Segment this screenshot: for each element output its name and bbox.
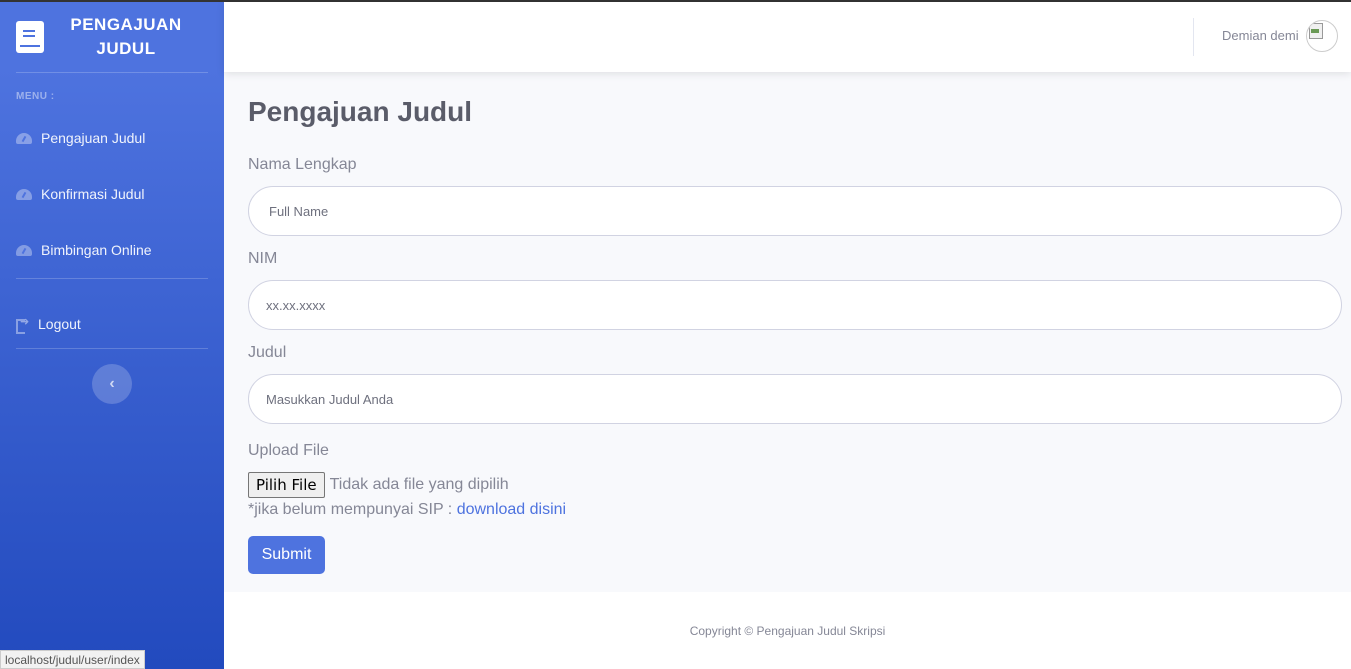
upload-label: Upload File (248, 442, 329, 459)
sidebar-item-label: Konfirmasi Judul (41, 186, 145, 202)
sidebar-item-pengajuan-judul[interactable]: Pengajuan Judul (0, 110, 224, 166)
book-icon (16, 21, 44, 53)
sidebar-item-logout[interactable]: Logout (0, 279, 224, 369)
file-upload: Pilih File Tidak ada file yang dipilih (248, 472, 1342, 498)
full-name-placeholder: Full Name (269, 203, 329, 219)
copyright-text: Copyright © Pengajuan Judul Skripsi (689, 623, 886, 638)
sidebar-item-label: Bimbingan Online (41, 242, 152, 258)
nim-label: NIM (248, 250, 278, 267)
topbar: Demian demi (224, 2, 1351, 72)
brand-title: PENGAJUAN JUDUL (70, 15, 182, 58)
footer: Copyright © Pengajuan Judul Skripsi (224, 592, 1351, 669)
avatar[interactable] (1306, 20, 1338, 52)
judul-input[interactable]: Masukkan Judul Anda (248, 374, 1342, 424)
nim-placeholder: xx.xx.xxxx (266, 297, 326, 313)
tachometer-icon (16, 132, 32, 144)
status-bar-url: localhost/judul/user/index (0, 650, 145, 669)
user-name[interactable]: Demian demi (1222, 28, 1299, 43)
judul-label: Judul (248, 344, 287, 361)
logout-label: Logout (38, 316, 81, 332)
file-status: Tidak ada file yang dipilih (329, 476, 509, 493)
judul-placeholder: Masukkan Judul Anda (266, 391, 394, 407)
sidebar-item-label: Pengajuan Judul (41, 130, 146, 146)
sidebar: PENGAJUAN JUDUL MENU : Pengajuan Judul K… (0, 2, 224, 669)
main-content: Pengajuan Judul Nama Lengkap Full Name N… (248, 72, 1342, 574)
menu-heading: MENU : (16, 91, 55, 102)
sidebar-brand[interactable]: PENGAJUAN JUDUL (0, 2, 224, 72)
name-label: Nama Lengkap (248, 156, 357, 173)
hint-text: *jika belum mempunyai SIP : (248, 501, 457, 518)
chevron-left-icon: ‹ (109, 375, 115, 392)
choose-file-button[interactable]: Pilih File (248, 472, 325, 498)
tachometer-icon (16, 188, 32, 200)
page-title: Pengajuan Judul (248, 96, 473, 127)
sign-out-icon (16, 315, 30, 334)
topbar-divider (1193, 18, 1194, 56)
nim-input[interactable]: xx.xx.xxxx (248, 280, 1342, 330)
sidebar-item-bimbingan-online[interactable]: Bimbingan Online (0, 222, 224, 278)
full-name-input[interactable]: Full Name (248, 186, 1342, 236)
submit-button[interactable]: Submit (248, 536, 325, 574)
sip-hint: *jika belum mempunyai SIP : download dis… (248, 501, 1342, 519)
download-link[interactable]: download disini (457, 501, 566, 518)
sidebar-divider (16, 348, 208, 349)
sidebar-item-konfirmasi-judul[interactable]: Konfirmasi Judul (0, 166, 224, 222)
sidebar-toggle-button[interactable]: ‹ (92, 364, 132, 404)
tachometer-icon (16, 244, 32, 256)
